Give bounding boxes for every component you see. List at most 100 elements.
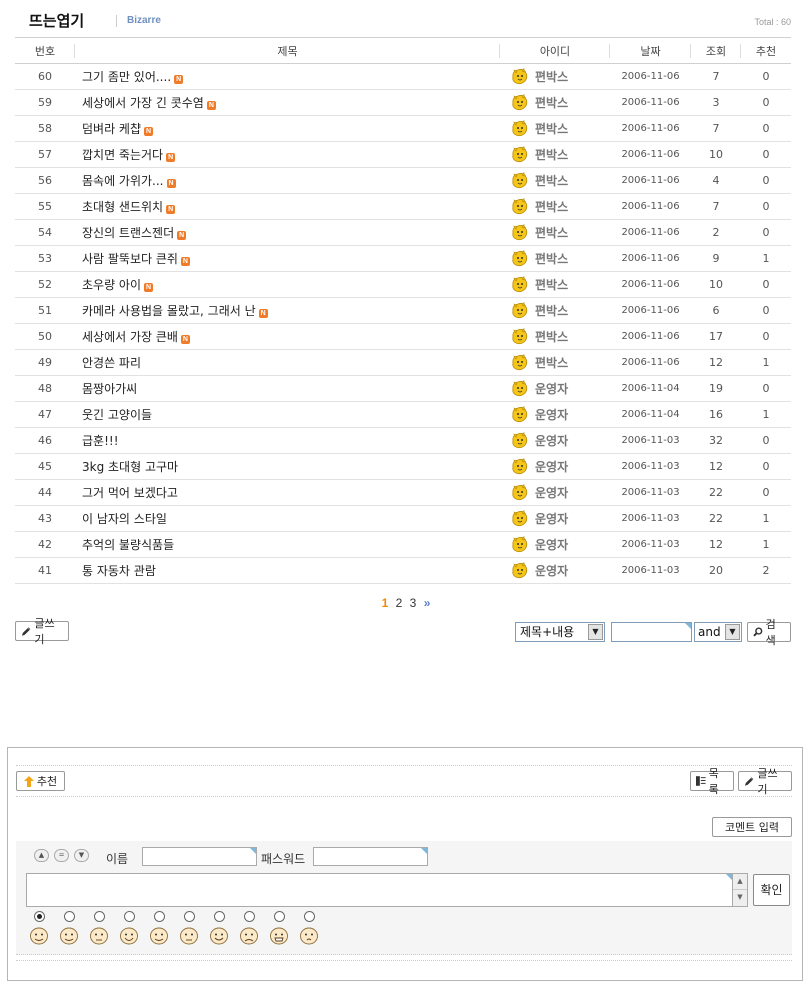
post-author[interactable]: 편박스	[535, 356, 568, 370]
emoticon-radio[interactable]	[33, 911, 45, 922]
post-title-link[interactable]: 웃긴 고양이들	[82, 408, 152, 422]
emoticon-radio[interactable]	[153, 911, 165, 922]
table-row: 52 초우량 아이 N 편박스 2006-11-06 10 0	[15, 271, 791, 298]
post-author[interactable]: 운영자	[535, 486, 568, 500]
column-header-date: 날짜	[610, 37, 691, 64]
post-author[interactable]: 운영자	[535, 564, 568, 578]
post-votes: 1	[741, 401, 791, 428]
post-author[interactable]: 편박스	[535, 304, 568, 318]
post-date: 2006-11-03	[610, 479, 691, 506]
recommend-button[interactable]: 추천	[16, 771, 65, 791]
post-title-link[interactable]: 이 남자의 스타일	[82, 512, 167, 526]
write-button-bottom[interactable]: 글쓰기	[738, 767, 792, 796]
post-title-link[interactable]: 몸속에 가위가...	[82, 174, 164, 188]
scroll-down-icon[interactable]: ▼	[733, 890, 747, 906]
emoticon-radio[interactable]	[93, 911, 105, 922]
comment-input-button[interactable]: 코멘트 입력	[712, 817, 792, 837]
post-author[interactable]: 편박스	[535, 122, 568, 136]
post-title-link[interactable]: 통 자동차 관람	[82, 564, 156, 578]
emoticon-radio[interactable]	[273, 911, 285, 922]
post-author[interactable]: 편박스	[535, 226, 568, 240]
post-author[interactable]: 운영자	[535, 538, 568, 552]
post-title-link[interactable]: 그거 먹어 보겠다고	[82, 486, 178, 500]
post-views: 10	[691, 141, 741, 168]
post-title-link[interactable]: 카메라 사용법을 몰랐고, 그래서 난	[82, 304, 256, 318]
post-title-link[interactable]: 초우량 아이	[82, 278, 141, 292]
list-button[interactable]: 목록	[690, 767, 734, 796]
textarea-expand-icon[interactable]: ▼	[74, 849, 89, 862]
emoticon-radio[interactable]	[63, 911, 75, 922]
post-title-link[interactable]: 세상에서 가장 긴 콧수염	[82, 96, 204, 110]
post-author[interactable]: 편박스	[535, 148, 568, 162]
search-input[interactable]	[611, 622, 692, 642]
post-title-link[interactable]: 안경쓴 파리	[82, 356, 141, 370]
user-badge-icon	[511, 301, 529, 319]
magnifier-icon	[753, 627, 763, 637]
search-operator-select[interactable]: and ▼	[694, 622, 742, 642]
password-label: 패스워드	[261, 852, 306, 866]
post-title-link[interactable]: 초대형 샌드위치	[82, 200, 163, 214]
password-input[interactable]	[313, 847, 428, 866]
emoticon-radio[interactable]	[243, 911, 255, 922]
confirm-button[interactable]: 확인	[753, 874, 790, 906]
post-title-link[interactable]: 세상에서 가장 큰배	[82, 330, 178, 344]
post-author[interactable]: 편박스	[535, 252, 568, 266]
post-title-link[interactable]: 깝치면 죽는거다	[82, 148, 163, 162]
textarea-scrollbar[interactable]: ▲ ▼	[732, 873, 748, 907]
emoticon-option[interactable]	[268, 911, 290, 948]
write-button[interactable]: 글쓰기	[15, 617, 69, 646]
post-title-link[interactable]: 사람 팔뚝보다 큰쥐	[82, 252, 178, 266]
post-title-link[interactable]: 장신의 트랜스젠더	[82, 226, 174, 240]
emoticon-option[interactable]	[118, 911, 140, 948]
post-title-link[interactable]: 그기 좀만 있어....	[82, 70, 171, 84]
post-author-cell: 편박스	[500, 115, 610, 142]
emoticon-radio[interactable]	[303, 911, 315, 922]
emoticon-radio[interactable]	[213, 911, 225, 922]
emoticon-radio[interactable]	[183, 911, 195, 922]
emoticon-option[interactable]	[298, 911, 320, 948]
emoticon-option[interactable]	[208, 911, 230, 948]
emoticon-option[interactable]	[28, 911, 50, 948]
post-author[interactable]: 편박스	[535, 200, 568, 214]
emoticon-radio[interactable]	[123, 911, 135, 922]
emoticon-option[interactable]	[148, 911, 170, 948]
emoticon-option[interactable]	[178, 911, 200, 948]
search-button-label: 검색	[765, 618, 776, 647]
post-author[interactable]: 편박스	[535, 70, 568, 84]
post-title-cell: 3kg 초대형 고구마	[75, 453, 500, 480]
emoticon-option[interactable]	[238, 911, 260, 948]
post-title-link[interactable]: 급훈!!!	[82, 434, 119, 448]
textarea-shrink-icon[interactable]: ▲	[34, 849, 49, 862]
post-author[interactable]: 편박스	[535, 330, 568, 344]
comment-textarea[interactable]	[26, 873, 733, 907]
page-link-3[interactable]: 3	[410, 596, 417, 610]
name-input[interactable]	[142, 847, 257, 866]
post-author[interactable]: 운영자	[535, 434, 568, 448]
page-link-2[interactable]: 2	[396, 596, 403, 610]
post-title-link[interactable]: 덤벼라 케챱	[82, 122, 141, 136]
post-author[interactable]: 편박스	[535, 96, 568, 110]
search-button[interactable]: 검색	[747, 618, 791, 647]
post-author[interactable]: 운영자	[535, 408, 568, 422]
post-author[interactable]: 편박스	[535, 174, 568, 188]
scroll-up-icon[interactable]: ▲	[733, 874, 747, 890]
next-page-link[interactable]: »	[424, 596, 431, 610]
emoticon-face-icon	[210, 927, 228, 945]
post-title-link[interactable]: 추억의 불량식품들	[82, 538, 174, 552]
user-badge-icon	[511, 327, 529, 345]
textarea-reset-icon[interactable]: =	[54, 849, 69, 862]
emoticon-face-icon	[150, 927, 168, 945]
post-author[interactable]: 운영자	[535, 460, 568, 474]
post-views: 17	[691, 323, 741, 350]
page-link-1[interactable]: 1	[382, 596, 389, 610]
post-author[interactable]: 편박스	[535, 278, 568, 292]
post-author[interactable]: 운영자	[535, 512, 568, 526]
comment-form: ▲ = ▼ 이름 패스워드 ▲ ▼ 확인	[16, 841, 792, 955]
post-title-link[interactable]: 몸짱아가씨	[82, 382, 137, 396]
post-views: 16	[691, 401, 741, 428]
post-title-link[interactable]: 3kg 초대형 고구마	[82, 460, 178, 474]
search-field-select[interactable]: 제목+내용 ▼	[515, 622, 605, 642]
emoticon-option[interactable]	[58, 911, 80, 948]
post-author[interactable]: 운영자	[535, 382, 568, 396]
emoticon-option[interactable]	[88, 911, 110, 948]
